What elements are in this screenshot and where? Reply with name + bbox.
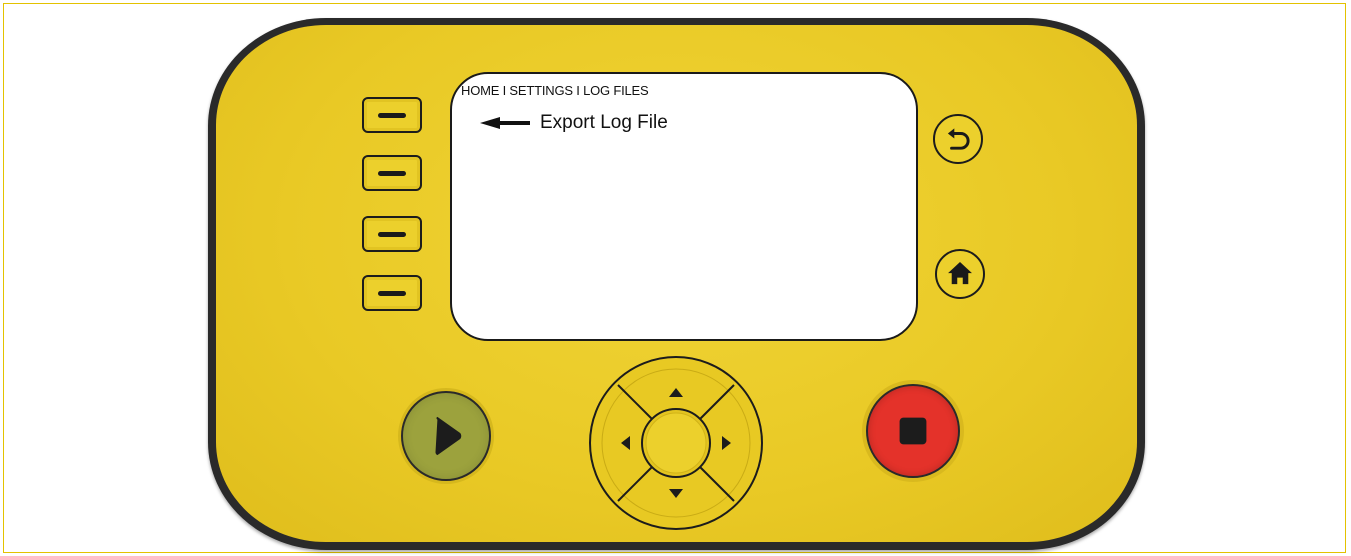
stop-icon: [899, 417, 927, 445]
directional-pad: [586, 353, 766, 533]
softkey-4[interactable]: [362, 275, 422, 311]
dash-icon: [378, 232, 406, 237]
back-arrow-icon: [947, 128, 970, 150]
dash-icon: [378, 291, 406, 296]
softkey-1[interactable]: [362, 97, 422, 133]
dpad-right-button[interactable]: [716, 403, 760, 483]
home-button[interactable]: [935, 249, 985, 299]
back-button[interactable]: [933, 114, 983, 164]
dash-icon: [378, 113, 406, 118]
faceplate: HOME I SETTINGS I LOG FILES Export Log F…: [216, 25, 1137, 542]
dpad-center-button[interactable]: [644, 411, 708, 475]
dpad-left-button[interactable]: [592, 403, 636, 483]
breadcrumb: HOME I SETTINGS I LOG FILES: [461, 83, 649, 98]
stop-button[interactable]: [866, 384, 960, 478]
arrow-left-icon: [480, 117, 530, 129]
play-button[interactable]: [401, 391, 491, 481]
play-icon: [435, 416, 462, 456]
softkey-2[interactable]: [362, 155, 422, 191]
control-panel-device: HOME I SETTINGS I LOG FILES Export Log F…: [208, 18, 1145, 550]
dpad-up-button[interactable]: [636, 359, 716, 403]
lcd-screen: HOME I SETTINGS I LOG FILES Export Log F…: [450, 72, 918, 341]
home-icon: [948, 262, 972, 285]
dpad-down-button[interactable]: [636, 483, 716, 527]
dash-icon: [378, 171, 406, 176]
menu-item-label: Export Log File: [540, 112, 668, 133]
softkey-3[interactable]: [362, 216, 422, 252]
